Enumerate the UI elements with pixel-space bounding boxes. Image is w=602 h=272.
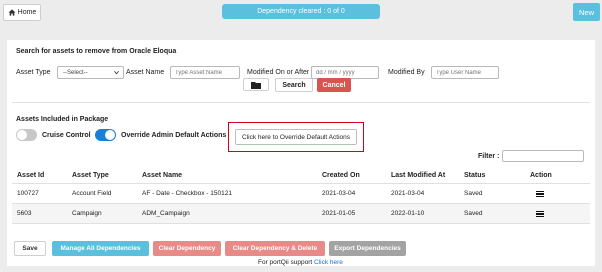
override-default-actions-button[interactable]: Click here to Override Default Actions	[235, 129, 357, 145]
folder-button[interactable]	[243, 78, 269, 91]
cruise-control-label: Cruise Control	[42, 132, 91, 139]
top-bar: Home Dependency cleared : 0 of 0 New	[0, 0, 602, 26]
cruise-control-toggle[interactable]	[16, 129, 37, 141]
asset-type-value: --Select--	[63, 69, 88, 76]
table-row: 5603 Campaign ADM_Campaign 2021-01-05 20…	[12, 204, 590, 223]
column-header-asset-id: Asset Id	[17, 172, 45, 179]
table-row: 100727 Account Field AF - Date - Checkbo…	[12, 184, 590, 203]
status-cell: Saved	[464, 190, 483, 197]
toggle-knob	[17, 130, 27, 140]
support-label: For portQii support	[258, 259, 313, 266]
column-header-asset-name: Asset Name	[142, 172, 183, 179]
save-button[interactable]: Save	[14, 241, 46, 256]
chevron-down-icon	[114, 70, 119, 75]
created-on-cell: 2021-03-04	[322, 190, 356, 197]
support-text: For portQii support Click here	[258, 259, 343, 266]
toggle-knob	[105, 130, 115, 140]
asset-id-cell: 100727	[17, 190, 39, 197]
asset-name-input[interactable]	[170, 66, 240, 79]
manage-all-dependencies-button[interactable]: Manage All Dependencies	[52, 241, 149, 256]
column-header-asset-type: Asset Type	[72, 172, 109, 179]
section-divider	[12, 102, 590, 103]
asset-name-label: Asset Name	[126, 69, 165, 76]
modified-by-input[interactable]	[431, 66, 499, 79]
status-cell: Saved	[464, 210, 483, 217]
column-header-created-on: Created On	[322, 172, 360, 179]
search-button[interactable]: Search	[275, 78, 313, 92]
asset-type-cell: Account Field	[72, 190, 112, 197]
folder-icon	[251, 81, 261, 89]
dependency-status-banner: Dependency cleared : 0 of 0	[222, 4, 380, 19]
menu-icon[interactable]	[536, 191, 544, 197]
column-header-last-modified: Last Modified At	[391, 172, 446, 179]
created-on-cell: 2021-01-05	[322, 210, 356, 217]
asset-type-select[interactable]: --Select--	[57, 66, 124, 79]
last-modified-cell: 2021-03-04	[391, 190, 425, 197]
asset-type-cell: Campaign	[72, 210, 102, 217]
asset-id-cell: 5603	[17, 210, 32, 217]
menu-icon[interactable]	[536, 211, 544, 217]
new-button[interactable]: New	[573, 3, 600, 21]
modified-by-label: Modified By	[388, 69, 425, 76]
override-admin-label: Override Admin Default Actions	[121, 132, 227, 139]
search-section-title: Search for assets to remove from Oracle …	[16, 48, 177, 55]
column-header-status: Status	[464, 172, 486, 179]
override-admin-toggle[interactable]	[95, 129, 116, 141]
export-dependencies-button[interactable]: Export Dependencies	[329, 241, 406, 256]
support-link[interactable]: Click here	[314, 259, 343, 266]
clear-dependency-button[interactable]: Clear Dependency	[153, 241, 221, 256]
home-button[interactable]: Home	[3, 4, 41, 21]
home-label: Home	[17, 9, 37, 16]
asset-name-cell: ADM_Campaign	[142, 210, 190, 217]
cancel-button[interactable]: Cancel	[317, 78, 351, 92]
main-panel: Search for assets to remove from Oracle …	[7, 40, 595, 266]
asset-type-label: Asset Type	[16, 69, 51, 76]
filter-label: Filter :	[478, 153, 500, 160]
asset-name-cell: AF - Date - Checkbox - 150121	[142, 190, 232, 197]
package-section-title: Assets Included in Package	[16, 116, 109, 123]
clear-dependency-delete-button[interactable]: Clear Dependency & Delete	[225, 241, 325, 256]
last-modified-cell: 2022-01-10	[391, 210, 425, 217]
modified-on-label: Modified On or After	[247, 69, 310, 76]
filter-input[interactable]	[502, 150, 584, 162]
row-divider	[12, 223, 590, 224]
column-header-action: Action	[530, 172, 552, 179]
home-icon	[8, 9, 16, 16]
